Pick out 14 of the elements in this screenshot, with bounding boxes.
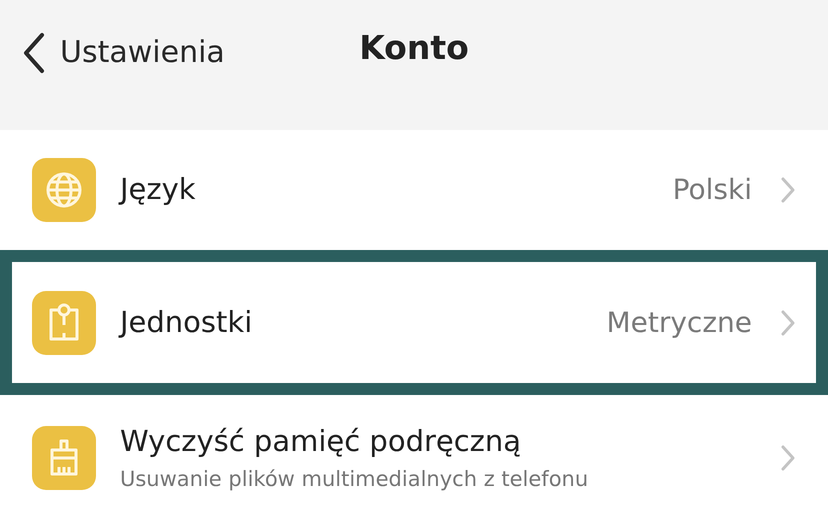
row-value: Metryczne bbox=[606, 304, 752, 340]
row-label: Język bbox=[120, 171, 196, 208]
row-label: Jednostki bbox=[120, 304, 252, 341]
chevron-icon bbox=[780, 308, 796, 336]
chevron-icon bbox=[780, 176, 796, 204]
row-label: Wyczyść pamięć podręczną bbox=[120, 423, 522, 460]
row-value: Polski bbox=[672, 172, 752, 208]
settings-row[interactable]: Jednostki Metryczne bbox=[0, 250, 828, 395]
globe-icon bbox=[44, 170, 84, 210]
back-chevron-icon bbox=[22, 30, 46, 74]
chevron-icon bbox=[780, 444, 796, 472]
row-subtitle: Usuwanie plików multimedialnych z telefonu bbox=[120, 466, 588, 492]
back-button[interactable]: Ustawienia bbox=[22, 30, 225, 75]
page-title: Konto bbox=[359, 28, 469, 68]
